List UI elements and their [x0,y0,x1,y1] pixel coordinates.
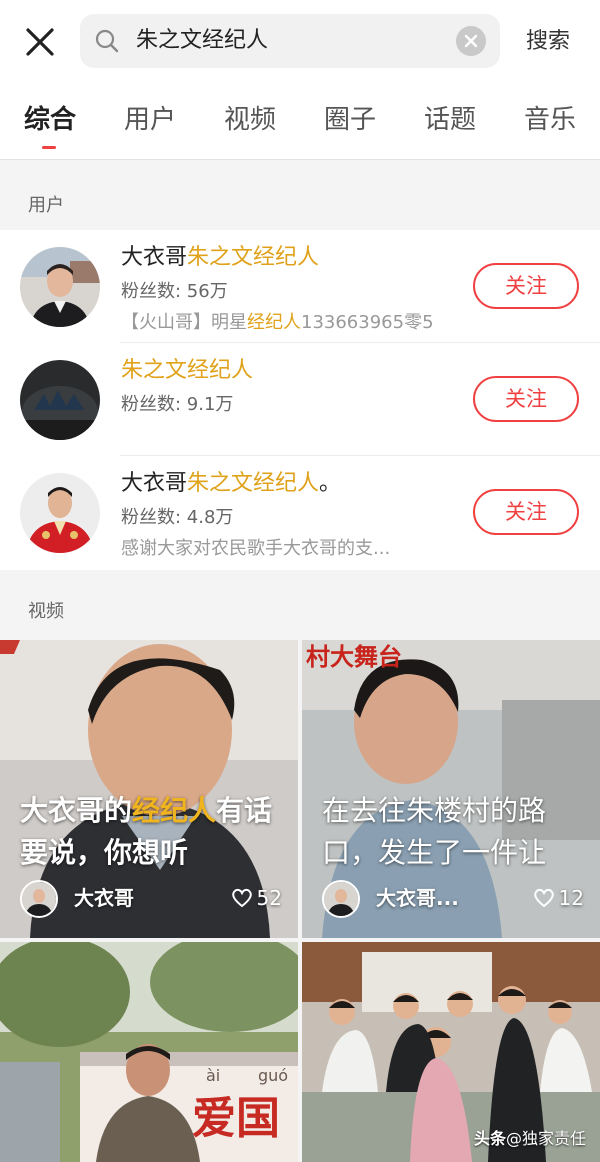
video-card[interactable]: 在去往朱楼村的路口，发生了一件让 村大舞台 大衣哥... 12 [302,640,600,938]
video-card[interactable]: 大衣哥的经纪人有话要说，你想听 大衣哥 52 [0,640,298,938]
video-meta: 大衣哥 52 [20,880,290,920]
tab-circles[interactable]: 圈子 [324,104,376,136]
follow-button[interactable]: 关注 [473,376,579,422]
fans-count: 粉丝数: 9.1万 [121,394,234,415]
search-tabs: 综合 用户 视频 圈子 话题 音乐 [0,84,600,160]
sign-pinyin: ài [206,1066,221,1085]
close-icon[interactable] [22,24,58,60]
like-count: 12 [533,884,584,912]
search-input[interactable]: 朱之文经纪人 [80,14,500,68]
video-caption[interactable]: 在去往朱楼村的路口，发生了一件让 [322,790,587,874]
search-button[interactable]: 搜索 [526,28,570,56]
video-meta: 大衣哥... 12 [322,880,592,920]
section-title-videos: 视频 [28,601,64,622]
video-author[interactable]: 大衣哥... [376,884,459,912]
avatar[interactable] [20,473,100,553]
clear-icon[interactable] [456,26,486,56]
avatar[interactable] [322,880,360,918]
follow-button[interactable]: 关注 [473,263,579,309]
tab-music[interactable]: 音乐 [524,104,576,136]
video-card[interactable]: ài guó 爱国 [0,942,298,1162]
sign-text: 爱国 [192,1093,280,1144]
like-count: 52 [231,884,282,912]
video-author[interactable]: 大衣哥 [74,884,134,912]
user-result-item[interactable]: 大衣哥朱之文经纪人 粉丝数: 56万 【火山哥】明星经纪人133663965零5… [0,230,600,343]
watermark: 头条@独家责任 [474,1129,587,1148]
active-tab-indicator [42,146,56,149]
heart-icon [533,888,554,908]
tab-topics[interactable]: 话题 [424,104,476,136]
sign-pinyin: guó [258,1066,289,1085]
search-header: 朱之文经纪人 搜索 [0,0,600,84]
user-description: 感谢大家对农民歌手大衣哥的支... [121,538,391,559]
user-result-item[interactable]: 朱之文经纪人 粉丝数: 9.1万 关注 [0,343,600,456]
fans-count: 粉丝数: 4.8万 [121,507,234,528]
video-caption[interactable]: 大衣哥的经纪人有话要说，你想听 [20,790,285,874]
follow-button[interactable]: 关注 [473,489,579,535]
tab-comprehensive[interactable]: 综合 [24,104,76,136]
user-description: 【火山哥】明星经纪人133663965零5 [121,312,434,333]
user-result-item[interactable]: 大衣哥朱之文经纪人。 粉丝数: 4.8万 感谢大家对农民歌手大衣哥的支... 关… [0,456,600,569]
video-banner-text: 村大舞台 [306,642,402,671]
fans-count: 粉丝数: 56万 [121,281,228,302]
section-title-users: 用户 [28,195,64,216]
search-icon [94,28,120,54]
user-name[interactable]: 大衣哥朱之文经纪人 [121,244,319,272]
avatar[interactable] [20,360,100,440]
avatar[interactable] [20,247,100,327]
user-name[interactable]: 大衣哥朱之文经纪人。 [121,470,341,498]
tab-videos[interactable]: 视频 [224,104,276,136]
search-query-text[interactable]: 朱之文经纪人 [136,27,268,55]
user-name[interactable]: 朱之文经纪人 [121,357,253,385]
avatar[interactable] [20,880,58,918]
heart-icon [231,888,252,908]
user-list: 大衣哥朱之文经纪人 粉丝数: 56万 【火山哥】明星经纪人133663965零5… [0,230,600,570]
tab-users[interactable]: 用户 [124,104,176,136]
